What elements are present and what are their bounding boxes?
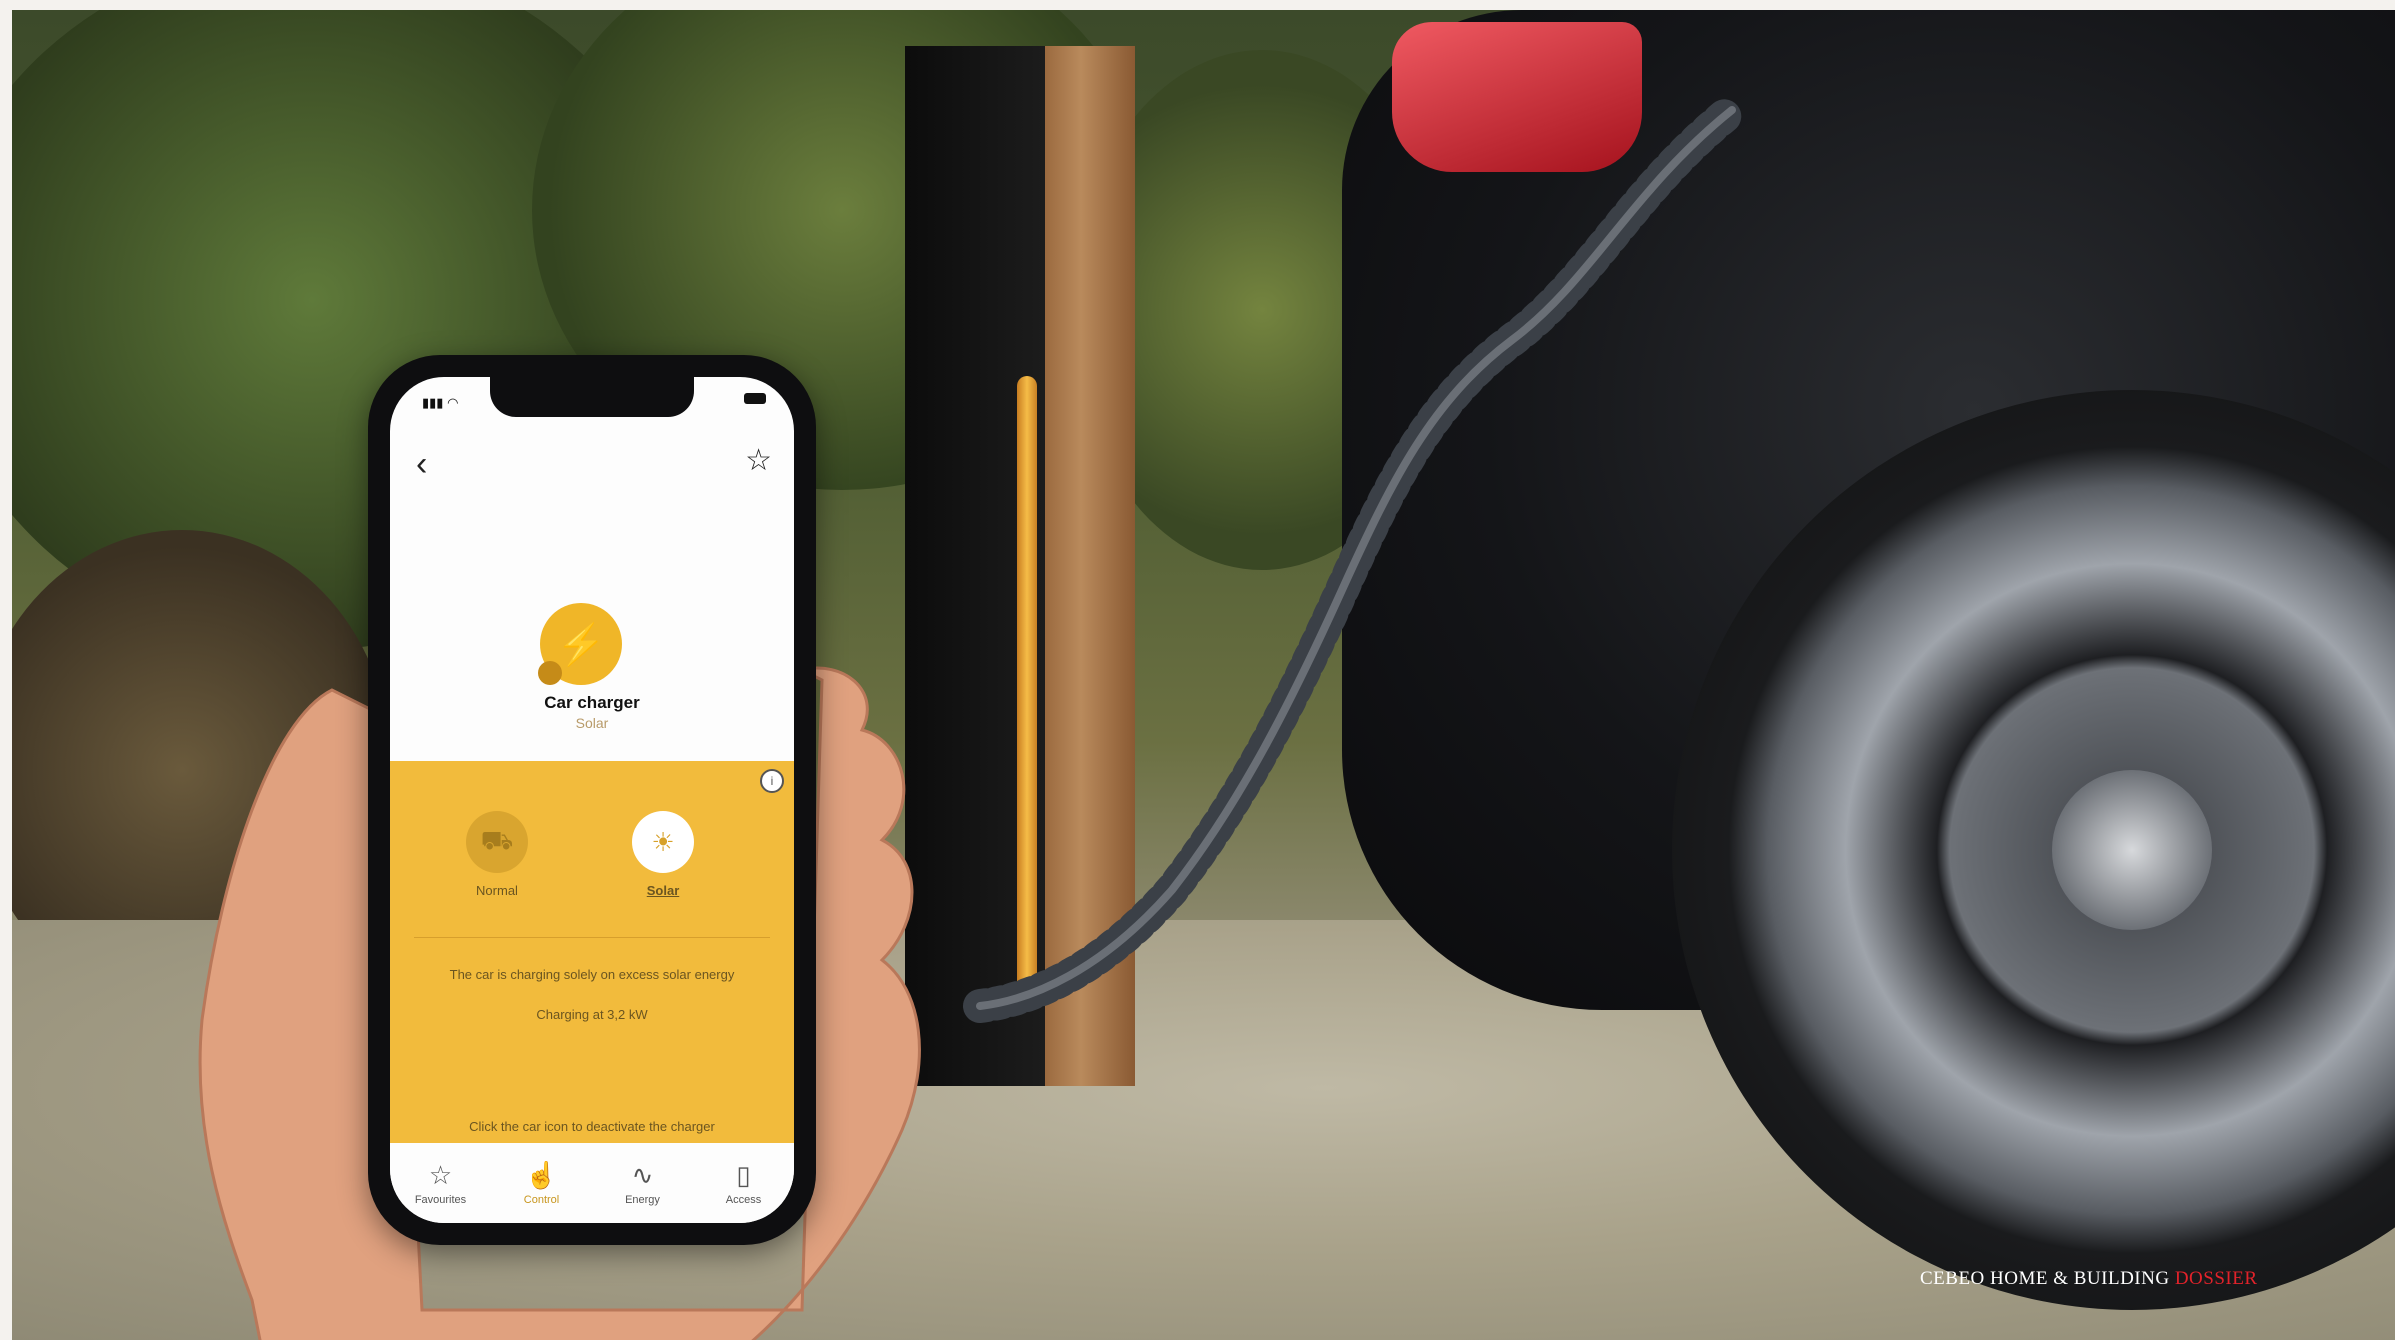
footer-brand: CEBEO HOME & BUILDING <box>1920 1268 2175 1289</box>
car-charger-icon[interactable]: ⚡ <box>538 603 622 685</box>
back-icon[interactable]: ‹ <box>416 445 427 484</box>
signal-icon: ▮▮▮ ◠ <box>422 395 459 410</box>
hand-icon: ☝ <box>525 1160 558 1190</box>
publication-footer: CEBEO HOME & BUILDING DOSSIER <box>1920 1268 2258 1290</box>
tab-favourites-label: Favourites <box>414 1194 467 1206</box>
door-icon: ▯ <box>736 1160 751 1190</box>
phone-notch <box>490 377 694 417</box>
tab-bar: ☆ Favourites ☝ Control ∿ Energy ▯ Access <box>390 1143 794 1223</box>
energy-icon: ∿ <box>631 1160 654 1190</box>
battery-icon <box>744 393 766 404</box>
tab-access-label: Access <box>725 1194 762 1206</box>
tab-energy-label: Energy <box>625 1194 660 1206</box>
mode-normal-label: Normal <box>476 883 518 898</box>
car-icon: ⛟ <box>466 811 528 873</box>
star-icon: ☆ <box>428 1160 453 1190</box>
tab-control[interactable]: ☝ Control <box>498 1160 586 1206</box>
deactivate-hint: Click the car icon to deactivate the cha… <box>469 1119 715 1134</box>
sun-icon: ☀ <box>632 811 694 873</box>
mode-panel: i ⛟ Normal ☀ Solar The car is charging s… <box>390 761 794 1143</box>
smartphone: ▮▮▮ ◠ ‹ ☆ ⚡ Car charger Solar i ⛟ Normal… <box>368 355 816 1245</box>
mode-solar-label: Solar <box>646 883 680 898</box>
charging-description: The car is charging solely on excess sol… <box>449 967 735 982</box>
tab-control-label: Control <box>523 1194 560 1206</box>
app-screen: ▮▮▮ ◠ ‹ ☆ ⚡ Car charger Solar i ⛟ Normal… <box>390 377 794 1223</box>
divider <box>414 937 770 938</box>
status-badge <box>538 661 562 685</box>
device-name: Car charger <box>544 693 640 712</box>
info-icon[interactable]: i <box>760 769 784 793</box>
footer-brand-highlight: DOSSIER <box>2174 1268 2258 1289</box>
mode-solar-button[interactable]: ☀ Solar <box>608 811 718 898</box>
tab-access[interactable]: ▯ Access <box>700 1160 788 1206</box>
mode-normal-button[interactable]: ⛟ Normal <box>442 811 552 898</box>
device-mode: Solar <box>575 715 609 731</box>
tab-energy[interactable]: ∿ Energy <box>599 1160 687 1206</box>
charging-status: Charging at 3,2 kW <box>536 1007 648 1022</box>
favourite-star-icon[interactable]: ☆ <box>745 443 772 478</box>
tab-favourites[interactable]: ☆ Favourites <box>397 1160 485 1206</box>
